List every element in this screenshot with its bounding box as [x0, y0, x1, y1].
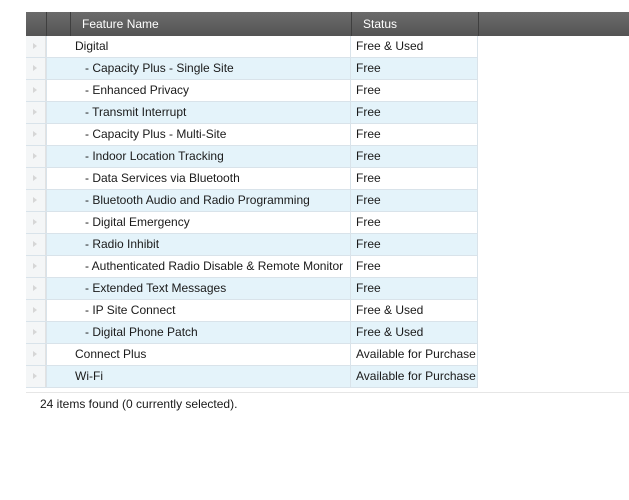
status-cell: Free [351, 256, 478, 277]
table-row[interactable]: Wi-Fi Available for Purchase [26, 366, 478, 388]
grid-rows: Digital Free & Used - Capacity Plus - Sing… [26, 36, 478, 388]
status-cell: Free [351, 146, 478, 167]
feature-name-cell: - Digital Phone Patch [46, 322, 351, 343]
status-cell: Free [351, 80, 478, 101]
table-row[interactable]: - Radio Inhibit Free [26, 234, 478, 256]
row-indicator-arrow-icon[interactable] [26, 322, 46, 343]
column-separator [70, 12, 71, 36]
status-cell: Free & Used [351, 36, 478, 57]
row-indicator-arrow-icon[interactable] [26, 168, 46, 189]
row-indicator-arrow-icon[interactable] [26, 278, 46, 299]
table-row[interactable]: Digital Free & Used [26, 36, 478, 58]
status-cell: Free [351, 168, 478, 189]
table-row[interactable]: - Transmit Interrupt Free [26, 102, 478, 124]
feature-name-cell: - Indoor Location Tracking [46, 146, 351, 167]
feature-name-cell: - IP Site Connect [46, 300, 351, 321]
row-indicator-header [26, 12, 46, 36]
row-indicator-arrow-icon[interactable] [26, 344, 46, 365]
row-indicator-arrow-icon[interactable] [26, 58, 46, 79]
column-separator[interactable] [351, 12, 352, 36]
feature-name-cell: - Data Services via Bluetooth [46, 168, 351, 189]
status-cell: Free [351, 190, 478, 211]
table-row[interactable]: - Digital Phone Patch Free & Used [26, 322, 478, 344]
feature-name-cell: - Enhanced Privacy [46, 80, 351, 101]
feature-name-cell: - Transmit Interrupt [46, 102, 351, 123]
row-indicator-arrow-icon[interactable] [26, 300, 46, 321]
status-cell: Free & Used [351, 300, 478, 321]
row-indicator-arrow-icon[interactable] [26, 36, 46, 57]
status-cell: Free [351, 102, 478, 123]
feature-name-cell: - Digital Emergency [46, 212, 351, 233]
feature-name-cell: - Bluetooth Audio and Radio Programming [46, 190, 351, 211]
table-row[interactable]: - Data Services via Bluetooth Free [26, 168, 478, 190]
feature-grid: Feature Name Status Digital Free & Used - … [26, 12, 629, 393]
row-indicator-arrow-icon[interactable] [26, 124, 46, 145]
status-cell: Available for Purchase [351, 366, 478, 387]
status-cell: Free [351, 234, 478, 255]
status-cell: Free [351, 124, 478, 145]
row-indicator-arrow-icon[interactable] [26, 80, 46, 101]
row-indicator-arrow-icon[interactable] [26, 190, 46, 211]
table-row[interactable]: - Capacity Plus - Multi-Site Free [26, 124, 478, 146]
column-header-feature-name[interactable]: Feature Name [82, 12, 350, 36]
feature-name-cell: Connect Plus [46, 344, 351, 365]
status-cell: Free & Used [351, 322, 478, 343]
row-indicator-arrow-icon[interactable] [26, 102, 46, 123]
row-indicator-arrow-icon[interactable] [26, 366, 46, 387]
feature-name-cell: - Capacity Plus - Single Site [46, 58, 351, 79]
row-indicator-arrow-icon[interactable] [26, 234, 46, 255]
table-row[interactable]: - Digital Emergency Free [26, 212, 478, 234]
feature-name-cell: - Radio Inhibit [46, 234, 351, 255]
table-row[interactable]: - Indoor Location Tracking Free [26, 146, 478, 168]
row-indicator-arrow-icon[interactable] [26, 256, 46, 277]
feature-name-cell: Digital [46, 36, 351, 57]
status-cell: Free [351, 212, 478, 233]
row-indicator-arrow-icon[interactable] [26, 212, 46, 233]
feature-name-cell: - Authenticated Radio Disable & Remote M… [46, 256, 351, 277]
status-cell: Free [351, 58, 478, 79]
table-row[interactable]: - Capacity Plus - Single Site Free [26, 58, 478, 80]
column-header-status[interactable]: Status [363, 12, 478, 36]
feature-name-cell: Wi-Fi [46, 366, 351, 387]
table-row[interactable]: - Bluetooth Audio and Radio Programming F… [26, 190, 478, 212]
column-separator [46, 12, 47, 36]
status-cell: Free [351, 278, 478, 299]
status-cell: Available for Purchase [351, 344, 478, 365]
table-row[interactable]: - IP Site Connect Free & Used [26, 300, 478, 322]
table-row[interactable]: - Enhanced Privacy Free [26, 80, 478, 102]
grid-header: Feature Name Status [26, 12, 629, 36]
grid-bottom-border [26, 392, 629, 393]
column-separator[interactable] [478, 12, 479, 36]
feature-name-cell: - Extended Text Messages [46, 278, 351, 299]
row-indicator-arrow-icon[interactable] [26, 146, 46, 167]
item-count-status: 24 items found (0 currently selected). [40, 397, 238, 411]
table-row[interactable]: Connect Plus Available for Purchase [26, 344, 478, 366]
feature-name-cell: - Capacity Plus - Multi-Site [46, 124, 351, 145]
table-row[interactable]: - Extended Text Messages Free [26, 278, 478, 300]
table-row[interactable]: - Authenticated Radio Disable & Remote M… [26, 256, 478, 278]
